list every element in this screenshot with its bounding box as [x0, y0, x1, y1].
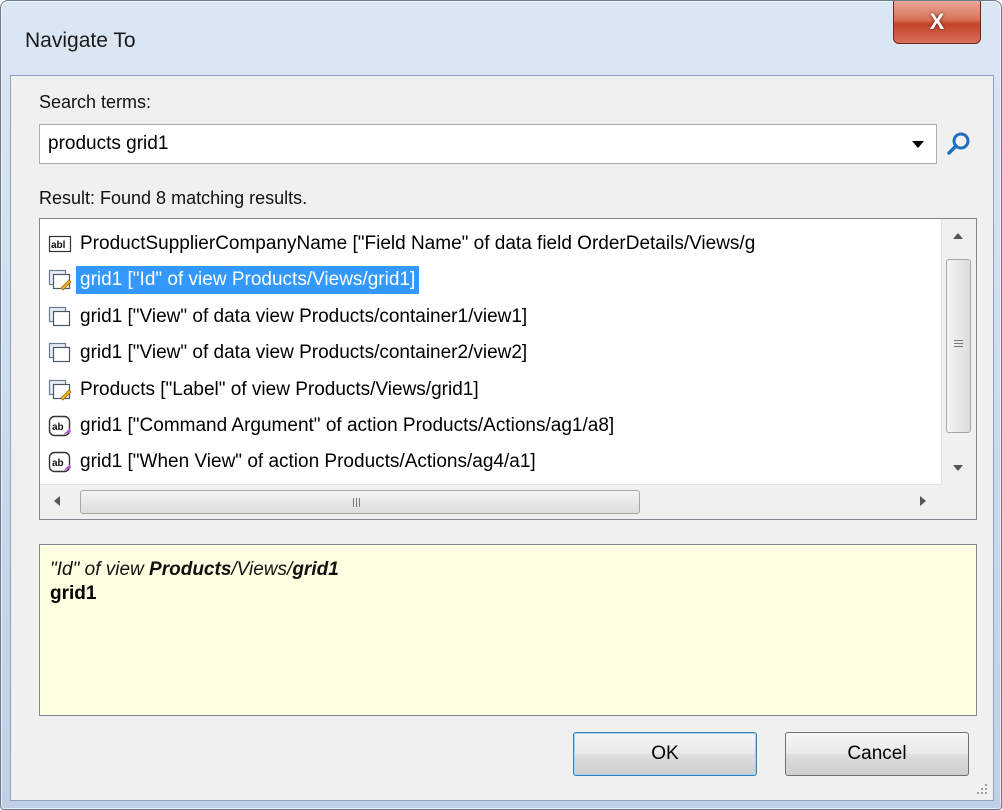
result-item[interactable]: abl ProductSupplierCompanyName ["Field Na… [48, 227, 759, 261]
view-edit-icon [48, 379, 72, 401]
search-icon[interactable] [945, 130, 973, 158]
navigate-to-dialog: Navigate To X Search terms: Result: Foun… [0, 0, 1002, 810]
title-bar: Navigate To X [1, 1, 1001, 75]
close-icon: X [929, 9, 945, 34]
search-input[interactable] [40, 125, 890, 163]
action-ab-icon: ab [48, 452, 71, 473]
details-panel: "Id" of view Products/Views/grid1 grid1 [39, 544, 977, 716]
dialog-body: Search terms: Result: Found 8 matching r… [10, 75, 994, 801]
result-item-label: ProductSupplierCompanyName ["Field Name"… [80, 233, 756, 254]
result-item[interactable]: Products ["Label" of view Products/Views… [48, 373, 483, 407]
result-item-label: grid1 ["View" of data view Products/cont… [80, 305, 528, 327]
result-item-label: Products ["Label" of view Products/Views… [80, 378, 479, 400]
view-edit-icon [48, 270, 72, 291]
result-item-label: grid1 ["Command Argument" of action Prod… [80, 415, 615, 436]
close-button[interactable]: X [893, 1, 981, 44]
scroll-corner [942, 485, 976, 519]
search-terms-label: Search terms: [39, 92, 152, 112]
scroll-left-icon[interactable] [54, 496, 60, 506]
result-item[interactable]: grid1 ["Id" of view Products/Views/grid1… [48, 263, 420, 297]
result-item-label: grid1 ["When View" of action Products/Ac… [80, 451, 536, 473]
result-item[interactable]: ab grid1 ["When View" of action Products/… [48, 445, 540, 479]
horizontal-scrollbar[interactable] [40, 484, 942, 519]
data-view-icon [48, 343, 71, 363]
result-item-label: grid1 ["Id" of view Products/Views/grid1… [76, 266, 420, 295]
window-title: Navigate To [25, 29, 136, 52]
action-ab-icon: ab [48, 415, 71, 437]
details-description: "Id" of view Products/Views/grid1 [50, 559, 339, 580]
result-item[interactable]: ab grid1 ["Command Argument" of action Pr… [48, 409, 618, 443]
results-list[interactable]: abl ProductSupplierCompanyName ["Field Na… [39, 218, 977, 520]
scroll-right-icon[interactable] [920, 496, 926, 506]
field-abl-icon: abl [48, 235, 72, 253]
svg-text:ab: ab [52, 422, 64, 433]
details-value: grid1 [50, 583, 97, 604]
svg-text:ab: ab [52, 458, 64, 469]
search-combobox[interactable] [39, 124, 937, 164]
result-item[interactable]: grid1 ["View" of data view Products/cont… [48, 300, 531, 334]
result-item-label: grid1 ["View" of data view Products/cont… [80, 342, 528, 364]
cancel-button[interactable]: Cancel [785, 732, 969, 776]
vertical-scrollbar[interactable] [941, 219, 976, 485]
horizontal-scroll-thumb[interactable] [80, 490, 640, 514]
vertical-scroll-thumb[interactable] [946, 259, 971, 433]
scroll-down-icon[interactable] [953, 465, 963, 471]
resize-grip-icon[interactable] [975, 782, 989, 796]
ok-button[interactable]: OK [573, 732, 757, 776]
chevron-down-icon[interactable] [912, 141, 924, 148]
result-item[interactable]: grid1 ["View" of data view Products/cont… [48, 336, 531, 370]
data-view-icon [48, 306, 71, 326]
result-count-label: Result: Found 8 matching results. [39, 188, 308, 208]
scroll-up-icon[interactable] [953, 233, 963, 239]
svg-text:abl: abl [51, 240, 66, 251]
